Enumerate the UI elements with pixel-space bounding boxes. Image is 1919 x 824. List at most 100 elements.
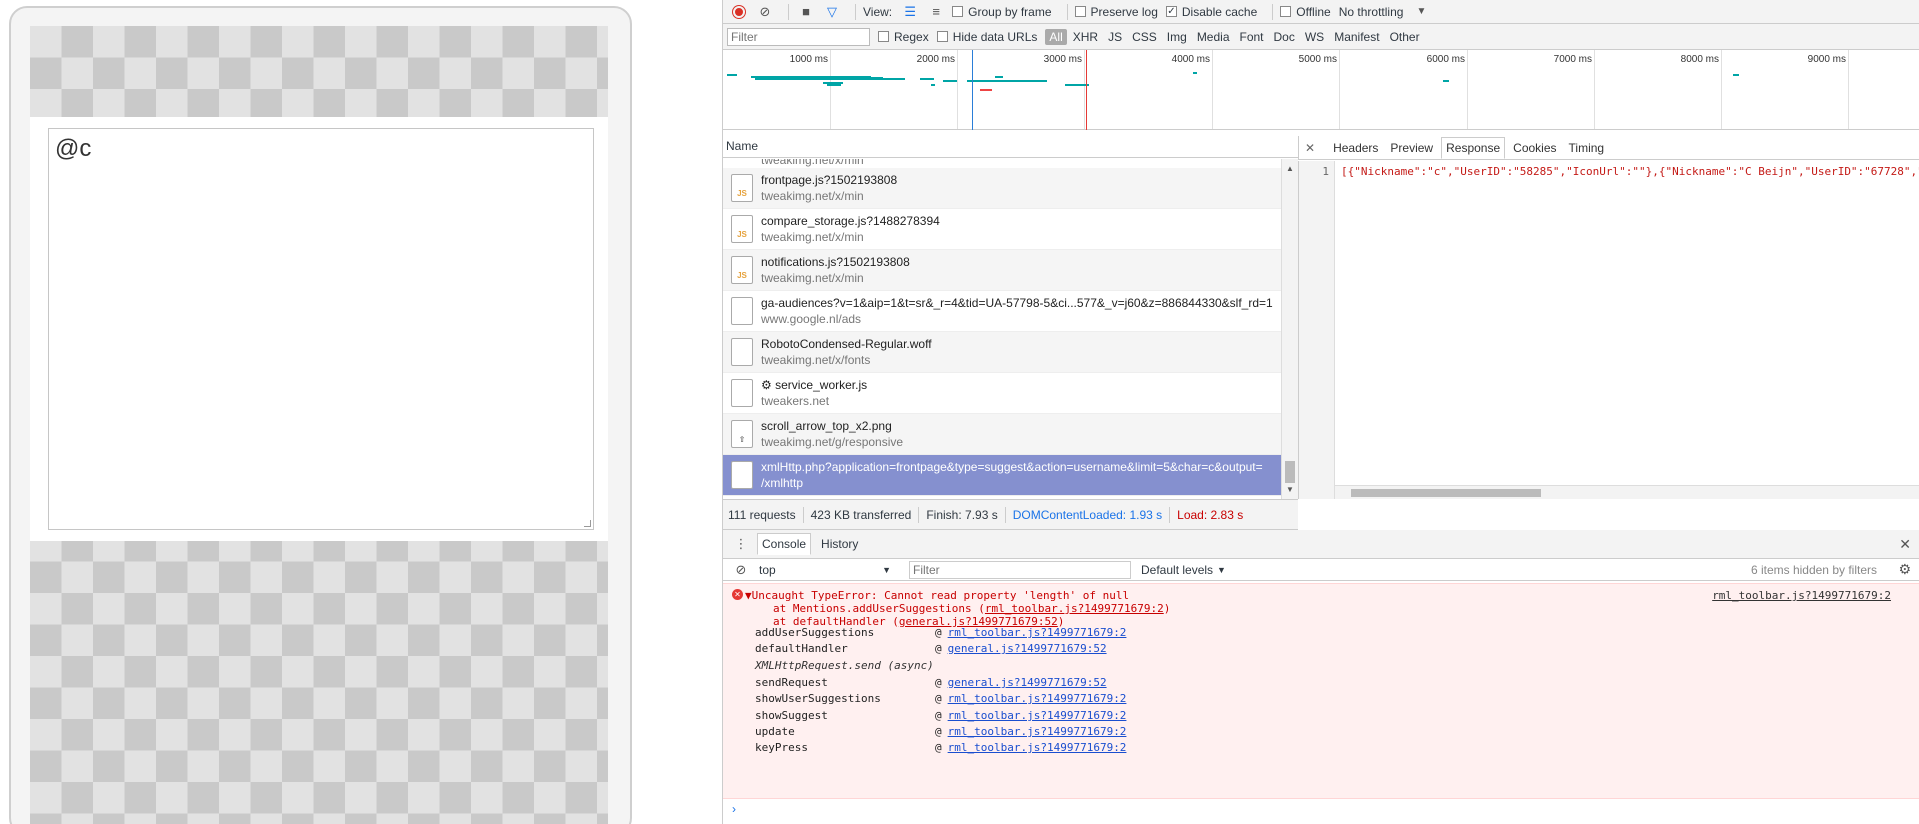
network-filter-input[interactable] [727,27,870,46]
type-filter-font[interactable]: Font [1236,29,1268,45]
hide-data-urls-label: Hide data URLs [952,29,1038,44]
hidden-items-count: 6 items hidden by filters [1750,562,1877,577]
more-vertical-icon[interactable]: ⋮ [731,535,751,553]
request-text: notifications.js?1502193808 tweakimg.net/… [761,254,910,286]
error-text[interactable]: ▼Uncaught TypeError: Cannot read propert… [745,589,1129,602]
frame-source-link[interactable]: rml_toolbar.js?1499771679:2 [948,709,1127,722]
scroll-up-icon[interactable]: ▲ [1286,164,1294,173]
table-row[interactable]: JS frontpage.js?1502193808 tweakimg.net/x/… [723,168,1281,209]
editor-text: @c [55,135,92,162]
resize-grip-icon[interactable] [584,520,591,527]
doc-file-icon [731,297,753,325]
frame-source-link[interactable]: rml_toolbar.js?1499771679:2 [948,741,1127,754]
frame-source-link[interactable]: rml_toolbar.js?1499771679:2 [948,725,1127,738]
resource-type-filters: All XHR JS CSS Img Media Font Doc WS Manifest Othe… [1045,28,1425,45]
disable-cache-checkbox[interactable]: ✓ [1165,6,1177,17]
response-horizontal-scrollbar[interactable] [1335,485,1919,499]
hide-data-urls-checkbox[interactable] [936,31,948,42]
toolbar-separator [1272,3,1274,20]
throttling-select[interactable]: No throttling [1339,5,1404,19]
drawer-tabs: ⋮ Console History ✕ [723,530,1919,559]
doc-file-icon [731,338,753,366]
table-row[interactable]: xmlHttp.php?application=frontpage&type=s… [723,455,1281,496]
network-toolbar: ⊘ ■ ▽ View: ☰ ≡ Group by frame Preserve … [723,0,1919,24]
offline-label: Offline [1296,4,1331,19]
preserve-log-checkbox[interactable] [1074,6,1086,17]
type-filter-js[interactable]: JS [1104,29,1126,45]
large-rows-icon[interactable]: ☰ [900,3,920,21]
regex-checkbox[interactable] [878,31,889,42]
filter-icon[interactable]: ▽ [822,3,842,21]
table-row[interactable]: ⚙ service_worker.js tweakers.net [723,373,1281,414]
log-levels-select[interactable]: Default levels [1141,563,1213,577]
request-text: ⚙ service_worker.js tweakers.net [761,377,867,409]
request-host: tweakimg.net/x/min [761,230,864,244]
tab-timing[interactable]: Timing [1565,138,1609,158]
network-overview[interactable]: 1000 ms 2000 ms 3000 ms 4000 ms 5000 ms 6000 … [723,50,1919,130]
chevron-down-icon[interactable]: ▼ [1411,3,1431,21]
type-filter-media[interactable]: Media [1193,29,1234,45]
tab-response[interactable]: Response [1441,136,1506,159]
frame-source-link[interactable]: rml_toolbar.js?1499771679:2 [948,692,1127,705]
table-row[interactable]: JS compare_storage.js?1488278394 tweakimg.… [723,209,1281,250]
table-row[interactable]: ga-audiences?v=1&aip=1&t=sr&_r=4&tid=UA-… [723,291,1281,332]
frame-function: keyPress [755,741,808,754]
request-text: scroll_arrow_top_x2.png tweakimg.net/g/re… [761,418,903,450]
tab-history[interactable]: History [817,534,862,554]
response-body[interactable]: [{"Nickname":"c","UserID":"58285","IconU… [1341,165,1919,178]
table-row[interactable]: JS notifications.js?1502193808 tweakimg.ne… [723,250,1281,291]
tab-cookies[interactable]: Cookies [1509,138,1560,158]
chevron-down-icon[interactable]: ▼ [1217,565,1226,575]
context-select[interactable]: top ▼ [757,561,897,579]
tab-console[interactable]: Console [757,533,812,555]
line-number-gutter: 1 [1299,161,1335,499]
request-list-scrollbar[interactable]: ▲ ▼ [1281,159,1298,499]
type-filter-doc[interactable]: Doc [1270,29,1299,45]
offline-checkbox[interactable] [1280,6,1292,17]
tab-headers[interactable]: Headers [1329,138,1382,158]
frame-source-link[interactable]: general.js?1499771679:52 [948,676,1107,689]
scroll-thumb[interactable] [1351,489,1541,497]
console-filter-input[interactable] [909,560,1131,579]
type-filter-css[interactable]: CSS [1128,29,1161,45]
stack-link[interactable]: rml_toolbar.js?1499771679:2 [985,602,1164,615]
console-prompt-icon[interactable]: › [732,802,736,816]
error-source-link[interactable]: rml_toolbar.js?1499771679:2 [1712,589,1891,602]
close-icon[interactable]: ✕ [1305,141,1315,155]
network-summary-bar: 111 requests 423 KB transferred Finish: … [723,499,1298,530]
type-filter-manifest[interactable]: Manifest [1330,29,1383,45]
at-symbol: @ [935,626,942,639]
type-filter-ws[interactable]: WS [1301,29,1328,45]
type-filter-other[interactable]: Other [1386,29,1424,45]
request-host: tweakers.net [761,394,830,408]
type-filter-img[interactable]: Img [1163,29,1191,45]
gear-icon[interactable]: ⚙ [1898,561,1911,578]
frame-function: showUserSuggestions [755,692,881,705]
type-filter-xhr[interactable]: XHR [1069,29,1102,45]
tab-preview[interactable]: Preview [1386,138,1437,158]
clear-console-icon[interactable]: ⊘ [731,561,751,579]
clear-icon[interactable]: ⊘ [755,3,775,21]
message-textarea[interactable]: @c [48,128,594,530]
type-filter-all[interactable]: All [1045,28,1067,45]
waterfall-icon[interactable]: ≡ [926,3,946,21]
scroll-down-icon[interactable]: ▼ [1286,485,1294,494]
record-icon[interactable] [729,3,749,21]
frame-source-link[interactable]: general.js?1499771679:52 [948,642,1107,655]
table-row[interactable]: RobotoCondensed-Regular.woff tweakimg.net… [723,332,1281,373]
close-drawer-icon[interactable]: ✕ [1899,536,1911,553]
timeline-gridline [1848,50,1849,129]
list-item-partial[interactable]: tweakimg.net/x/min [723,159,1281,168]
stack-frame: sendRequest @ general.js?1499771679:52 [755,676,1107,689]
frame-source-link[interactable]: rml_toolbar.js?1499771679:2 [948,626,1127,639]
group-by-frame-checkbox[interactable] [952,6,964,17]
request-name: scroll_arrow_top_x2.png [761,419,892,433]
camera-icon[interactable]: ■ [796,3,816,21]
request-host: tweakimg.net/x/min [761,189,864,203]
table-row[interactable]: ⇧ scroll_arrow_top_x2.png tweakimg.net/g/r… [723,414,1281,455]
name-column-header[interactable]: Name [723,134,1298,158]
scroll-thumb[interactable] [1285,461,1295,483]
stack-frame: update @ rml_toolbar.js?1499771679:2 [755,725,1126,738]
request-name: compare_storage.js?1488278394 [761,214,940,228]
request-name: xmlHttp.php?application=frontpage&type=s… [761,460,1263,474]
